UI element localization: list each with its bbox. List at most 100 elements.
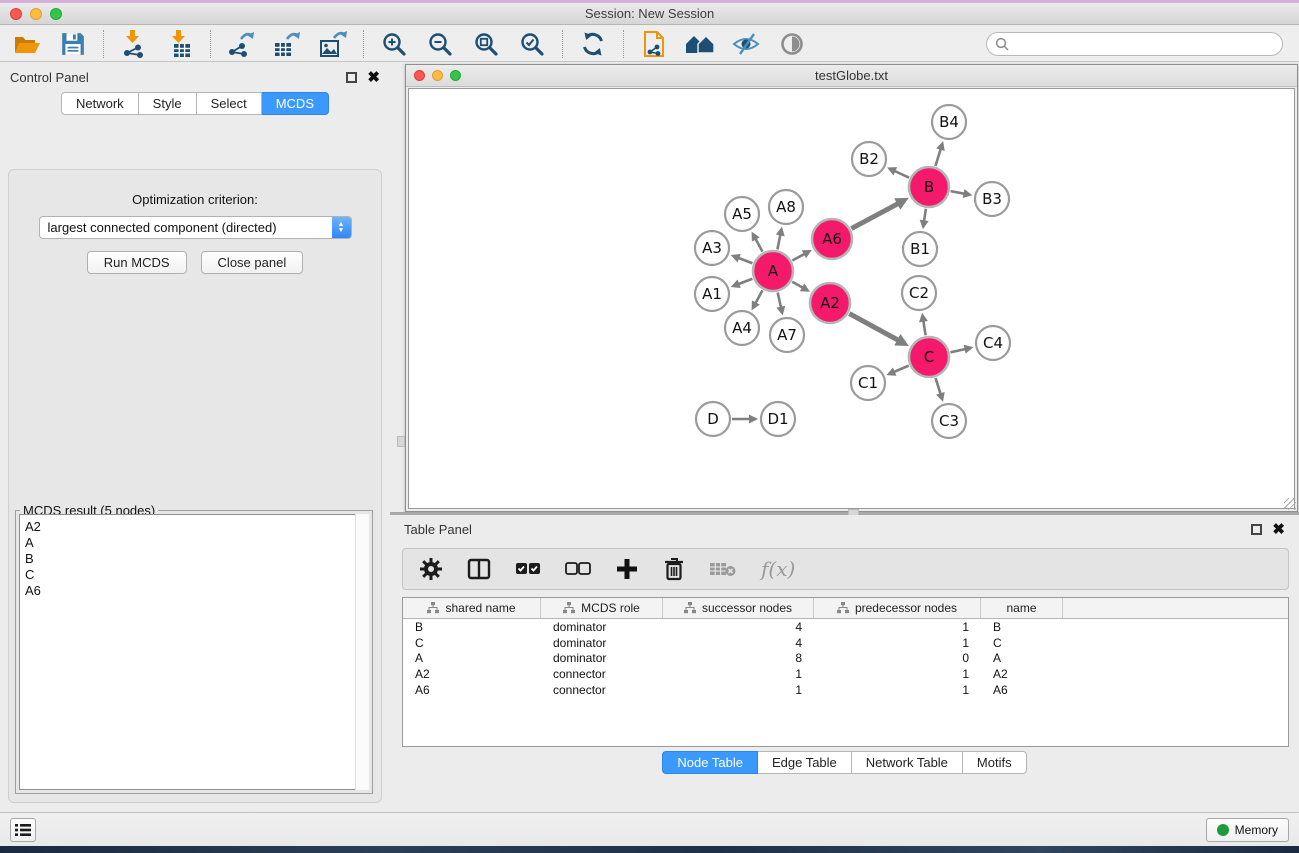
refresh-button[interactable] [574,28,612,60]
result-list-item[interactable]: A [25,535,368,551]
close-table-panel-icon[interactable]: ✖ [1272,524,1285,535]
column-header-predecessor-nodes[interactable]: predecessor nodes [814,598,981,618]
show-panels-button[interactable] [773,28,811,60]
edge-A6-B[interactable] [851,202,900,228]
table-settings-button[interactable] [419,557,443,581]
show-column-button[interactable] [467,557,491,581]
result-list-item[interactable]: A2 [25,519,368,535]
delete-table-button[interactable] [709,560,737,578]
task-history-button[interactable] [10,818,36,842]
result-scrollbar[interactable] [355,514,369,790]
table-row[interactable]: Adominator80A [403,651,1288,667]
svg-text:D1: D1 [767,410,788,428]
mcds-result-list[interactable]: A2ABCA6 [19,514,369,790]
edge-C-C3[interactable] [936,378,942,396]
edge-arrowhead [749,415,758,424]
table-row[interactable]: A6connector11A6 [403,682,1288,698]
graph-node-C1[interactable]: C1 [851,366,885,400]
select-all-button[interactable] [515,561,541,577]
tab-motifs[interactable]: Motifs [963,751,1027,774]
svg-text:A6: A6 [822,230,842,248]
graph-node-C[interactable]: C [909,337,949,377]
tab-select[interactable]: Select [197,92,262,115]
home-button[interactable] [681,28,719,60]
table-row[interactable]: A2connector11A2 [403,666,1288,682]
node-table[interactable]: shared nameMCDS rolesuccessor nodesprede… [402,597,1289,747]
graph-node-B3[interactable]: B3 [975,182,1009,216]
table-cell: 1 [814,683,981,697]
export-image-button[interactable] [314,28,352,60]
close-panel-icon[interactable]: ✖ [367,72,380,83]
table-row[interactable]: Bdominator41B [403,619,1288,635]
graph-node-A5[interactable]: A5 [725,197,759,231]
deselect-all-button[interactable] [565,561,591,577]
tab-style[interactable]: Style [139,92,197,115]
graph-node-A4[interactable]: A4 [725,311,759,345]
graph-node-A3[interactable]: A3 [695,231,729,265]
tab-edge-table[interactable]: Edge Table [758,751,852,774]
table-cell: A2 [981,667,1063,681]
float-panel-icon[interactable] [346,72,357,83]
search-input[interactable] [1009,34,1282,54]
graph-node-A1[interactable]: A1 [695,277,729,311]
network-canvas[interactable]: B4 B2 B B3 A5 A8 A6 A3 B1 A C2 A1 A2 A4 A7 C4 C C1 C3 D D1 [408,88,1295,509]
table-cell: 1 [814,667,981,681]
column-header-successor-nodes[interactable]: successor nodes [663,598,814,618]
graph-node-A[interactable]: A [753,251,793,291]
result-list-item[interactable]: A6 [25,583,368,599]
tab-network-table[interactable]: Network Table [852,751,963,774]
result-list-item[interactable]: B [25,551,368,567]
graph-node-C4[interactable]: C4 [976,326,1010,360]
result-list-item[interactable]: C [25,567,368,583]
vertical-divider-handle[interactable] [397,436,405,447]
import-network-button[interactable] [115,28,153,60]
graph-node-A7[interactable]: A7 [770,318,804,352]
table-row[interactable]: Cdominator41C [403,635,1288,651]
graph-node-B1[interactable]: B1 [903,232,937,266]
open-icon [13,31,41,57]
zoom-out-button[interactable] [421,28,459,60]
zoom-in-button[interactable] [375,28,413,60]
run-mcds-button[interactable]: Run MCDS [87,251,187,274]
memory-status-icon [1217,824,1229,836]
export-image-icon [319,31,347,57]
export-table-button[interactable] [268,28,306,60]
tab-network[interactable]: Network [61,92,139,115]
graph-node-C2[interactable]: C2 [902,276,936,310]
import-table-button[interactable] [161,28,199,60]
resize-grip-icon[interactable] [1284,498,1296,510]
memory-button[interactable]: Memory [1206,818,1289,842]
graph-node-B2[interactable]: B2 [852,142,886,176]
save-session-button[interactable] [54,28,92,60]
graph-node-D[interactable]: D [696,402,730,436]
graph-node-B4[interactable]: B4 [932,105,966,139]
network-from-file-button[interactable] [635,28,673,60]
graph-node-B[interactable]: B [909,167,949,207]
search-field[interactable] [986,32,1283,56]
tab-node-table[interactable]: Node Table [662,751,758,774]
column-header-shared-name[interactable]: shared name [403,598,541,618]
column-header-MCDS-role[interactable]: MCDS role [541,598,663,618]
open-session-button[interactable] [8,28,46,60]
hide-panels-button[interactable] [727,28,765,60]
float-table-panel-icon[interactable] [1251,524,1262,535]
graph-node-A6[interactable]: A6 [812,219,852,259]
add-column-button[interactable] [615,557,639,581]
column-header-name[interactable]: name [981,598,1063,618]
graph-node-D1[interactable]: D1 [761,402,795,436]
export-network-button[interactable] [222,28,260,60]
edge-A2-C[interactable] [849,314,901,342]
table-cell: C [981,636,1063,650]
graph-node-A2[interactable]: A2 [810,283,850,323]
edge-C-C1[interactable] [892,366,909,373]
close-panel-button[interactable]: Close panel [201,251,304,274]
zoom-fit-button[interactable] [467,28,505,60]
tab-mcds[interactable]: MCDS [262,92,329,115]
delete-column-button[interactable] [663,557,685,581]
zoom-selected-button[interactable] [513,28,551,60]
edge-B-B4[interactable] [935,147,941,166]
criterion-dropdown[interactable]: largest connected component (directed) ▲… [39,216,352,239]
function-builder-button[interactable]: f(x) [761,557,795,581]
graph-node-C3[interactable]: C3 [932,404,966,438]
graph-node-A8[interactable]: A8 [769,190,803,224]
